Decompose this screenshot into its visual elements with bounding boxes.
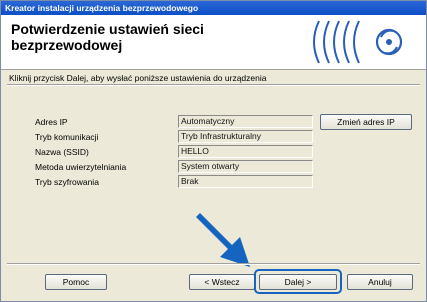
arrow-pointer-icon <box>190 213 250 267</box>
help-button[interactable]: Pomoc <box>45 274 107 290</box>
encryption-mode-label: Tryb szyfrowania <box>35 177 99 187</box>
page-title: Potwierdzenie ustawień sieci bezprzewodo… <box>11 21 204 53</box>
back-button[interactable]: < Wstecz <box>189 274 255 290</box>
ip-address-label: Adres IP <box>35 117 68 127</box>
bottom-divider <box>7 263 420 265</box>
ssid-label: Nazwa (SSID) <box>35 147 89 157</box>
ip-address-value: Automatyczny <box>178 115 313 128</box>
auth-method-value: System otwarty <box>178 160 313 173</box>
wizard-window: Kreator instalacji urządzenia bezprzewod… <box>0 0 427 302</box>
wizard-header: Potwierdzenie ustawień sieci bezprzewodo… <box>1 15 426 70</box>
instruction-text: Kliknij przycisk Dalej, aby wysłać poniż… <box>9 73 267 83</box>
change-ip-button[interactable]: Zmień adres IP <box>320 114 412 130</box>
next-button[interactable]: Dalej > <box>259 274 337 290</box>
wireless-signal-icon <box>313 20 403 64</box>
communication-mode-value: Tryb Infrastrukturalny <box>178 130 313 143</box>
divider <box>7 84 420 86</box>
communication-mode-label: Tryb komunikacji <box>35 132 99 142</box>
cancel-button[interactable]: Anuluj <box>347 274 413 290</box>
window-title: Kreator instalacji urządzenia bezprzewod… <box>1 1 426 15</box>
auth-method-label: Metoda uwierzytelniania <box>35 162 127 172</box>
ssid-value: HELLO <box>178 145 313 158</box>
encryption-mode-value: Brak <box>178 175 313 188</box>
